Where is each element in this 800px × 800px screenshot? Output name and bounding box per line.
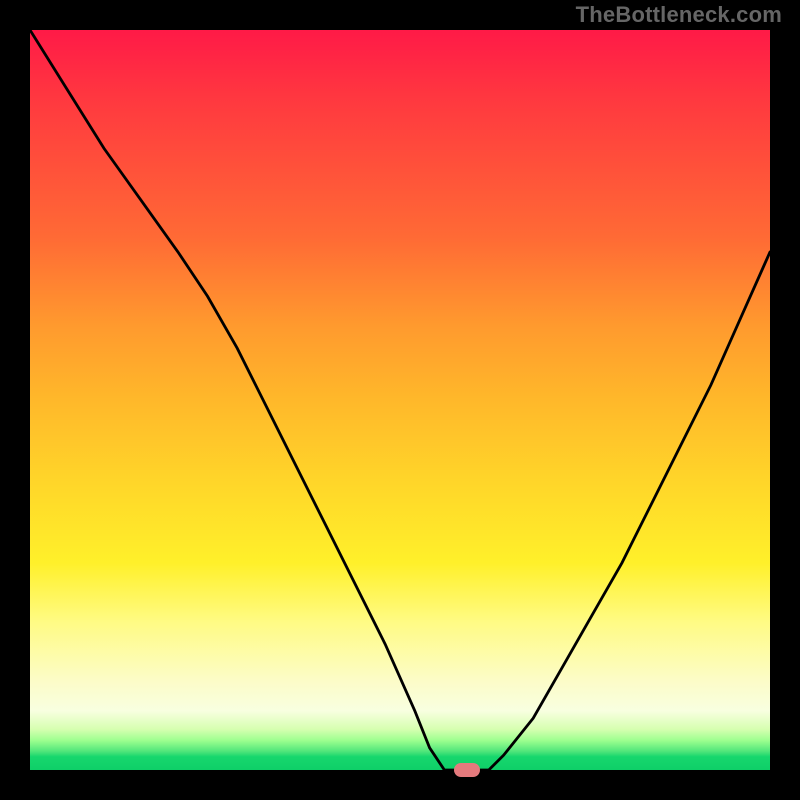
chart-container: TheBottleneck.com	[0, 0, 800, 800]
plot-area	[30, 30, 770, 770]
bottleneck-curve	[30, 30, 770, 770]
watermark-text: TheBottleneck.com	[576, 2, 782, 28]
optimal-point-marker	[454, 763, 480, 777]
